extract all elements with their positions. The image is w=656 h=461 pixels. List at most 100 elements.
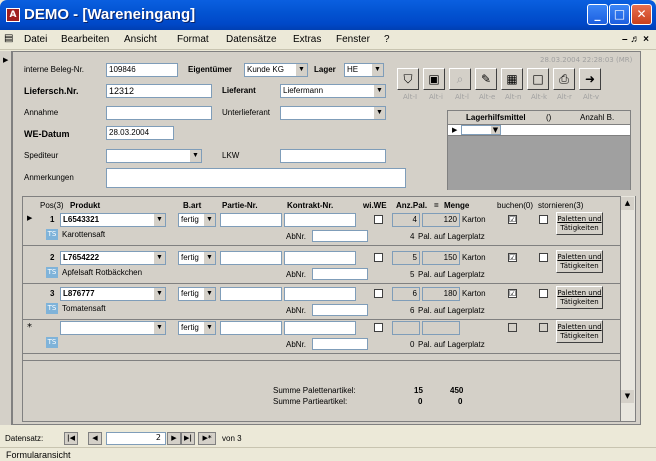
menu-format[interactable]: Format [177,34,209,45]
produkt-combo[interactable]: L7654222 ▼ [60,251,166,265]
bart-combo[interactable]: fertig ▼ [178,213,216,227]
anzpal-field[interactable] [392,321,420,335]
menu-bearbeiten[interactable]: Bearbeiten [61,34,109,45]
print-icon[interactable]: ⎙ [553,68,575,90]
mdi-controls[interactable]: – ♬ × [622,34,649,45]
dropdown-arrow-icon[interactable]: ▼ [153,322,165,334]
wedatum-field[interactable]: 28.03.2004 [106,126,174,140]
buchen-checkbox[interactable]: ☑ [508,289,517,298]
bart-combo[interactable]: fertig ▼ [178,321,216,335]
menu-datensaetze[interactable]: Datensätze [226,34,277,45]
kontrakt-field[interactable] [284,321,356,335]
menu-help[interactable]: ? [384,34,390,45]
spediteur-combo[interactable]: ▼ [106,149,202,163]
dropdown-arrow-icon[interactable]: ▼ [490,126,500,134]
kontrakt-field[interactable] [284,287,356,301]
bart-combo[interactable]: fertig ▼ [178,251,216,265]
close-button[interactable]: ✕ [631,4,652,25]
maximize-button[interactable]: □ [609,4,630,25]
paletten-taetigkeiten-button[interactable]: Paletten und Tätigkeiten [556,212,603,235]
menu-extras[interactable]: Extras [293,34,321,45]
access-db-icon[interactable]: A [6,8,20,22]
form-icon[interactable]: ▤ [4,33,13,44]
dropdown-arrow-icon[interactable]: ▼ [153,214,165,226]
lkw-field[interactable] [280,149,386,163]
unterlieferant-combo[interactable]: ▼ [280,106,386,120]
filter-icon[interactable]: ⛉ [397,68,419,90]
partie-field[interactable] [220,287,282,301]
abnr-field[interactable] [312,304,368,316]
scroll-down-icon[interactable]: ▼ [621,390,634,403]
menge-field[interactable]: 120 [422,213,460,227]
partie-field[interactable] [220,321,282,335]
produkt-combo[interactable]: L6543321 ▼ [60,213,166,227]
dropdown-arrow-icon[interactable]: ▼ [203,322,215,334]
lagerhilfsmittel-combo[interactable]: ▼ [461,125,501,135]
lieferant-combo[interactable]: Liefermann ▼ [280,84,386,98]
partie-field[interactable] [220,251,282,265]
anzpal-field[interactable]: 5 [392,251,420,265]
lager-combo[interactable]: HE ▼ [344,63,384,77]
produkt-combo[interactable]: ▼ [60,321,166,335]
table-icon[interactable]: ▦ [501,68,523,90]
minimize-button[interactable]: _ [587,4,608,25]
liefersch-field[interactable]: 12312 [106,84,212,98]
abnr-field[interactable] [312,268,368,280]
edit-icon[interactable]: ✎ [475,68,497,90]
annahme-field[interactable] [106,106,212,120]
ts-icon[interactable]: TS [46,337,58,348]
record-number-field[interactable]: 2 [106,432,166,445]
last-record-icon[interactable]: ▶| [181,432,195,445]
kontrakt-field[interactable] [284,251,356,265]
abnr-field[interactable] [312,230,368,242]
dropdown-arrow-icon[interactable]: ▼ [203,288,215,300]
anzpal-field[interactable]: 4 [392,213,420,227]
menu-fenster[interactable]: Fenster [336,34,370,45]
wiwe-checkbox[interactable] [374,215,383,224]
menge-field[interactable] [422,321,460,335]
beleg-field[interactable]: 109846 [106,63,178,77]
prev-record-icon[interactable]: ◀ [88,432,102,445]
new-icon[interactable]: □ [527,68,549,90]
abnr-field[interactable] [312,338,368,350]
new-record-icon[interactable]: ▶* [198,432,216,445]
eigentuemer-combo[interactable]: Kunde KG ▼ [244,63,308,77]
buchen-checkbox[interactable]: ☑ [508,215,517,224]
subform-scrollbar[interactable] [620,196,635,421]
dropdown-arrow-icon[interactable]: ▼ [295,64,307,76]
menu-ansicht[interactable]: Ansicht [124,34,157,45]
anmerkungen-field[interactable] [106,168,406,188]
anzpal-field[interactable]: 6 [392,287,420,301]
produkt-combo[interactable]: L876777 ▼ [60,287,166,301]
stornieren-checkbox[interactable] [539,215,548,224]
stornieren-checkbox[interactable] [539,323,548,332]
ts-icon[interactable]: TS [46,229,58,240]
dropdown-arrow-icon[interactable]: ▼ [203,214,215,226]
menge-field[interactable]: 150 [422,251,460,265]
dropdown-arrow-icon[interactable]: ▼ [371,64,383,76]
next-record-icon[interactable]: ▶ [167,432,181,445]
paletten-taetigkeiten-button[interactable]: Paletten und Tätigkeiten [556,250,603,273]
dropdown-arrow-icon[interactable]: ▼ [203,252,215,264]
stornieren-checkbox[interactable] [539,289,548,298]
buchen-checkbox[interactable]: ☑ [508,253,517,262]
menu-datei[interactable]: Datei [24,34,47,45]
stornieren-checkbox[interactable] [539,253,548,262]
paletten-taetigkeiten-button[interactable]: Paletten und Tätigkeiten [556,286,603,309]
dropdown-arrow-icon[interactable]: ▼ [153,252,165,264]
buchen-checkbox[interactable] [508,323,517,332]
wiwe-checkbox[interactable] [374,253,383,262]
scroll-up-icon[interactable]: ▲ [621,197,634,210]
ts-icon[interactable]: TS [46,267,58,278]
dropdown-arrow-icon[interactable]: ▼ [189,150,201,162]
dropdown-arrow-icon[interactable]: ▼ [373,85,385,97]
kontrakt-field[interactable] [284,213,356,227]
bart-combo[interactable]: fertig ▼ [178,287,216,301]
record-selector-bar[interactable] [0,51,12,425]
menge-field[interactable]: 180 [422,287,460,301]
ts-icon[interactable]: TS [46,303,58,314]
wiwe-checkbox[interactable] [374,323,383,332]
record-pointer-icon[interactable]: ▶ [27,214,32,222]
dropdown-arrow-icon[interactable]: ▼ [153,288,165,300]
first-record-icon[interactable]: |◀ [64,432,78,445]
